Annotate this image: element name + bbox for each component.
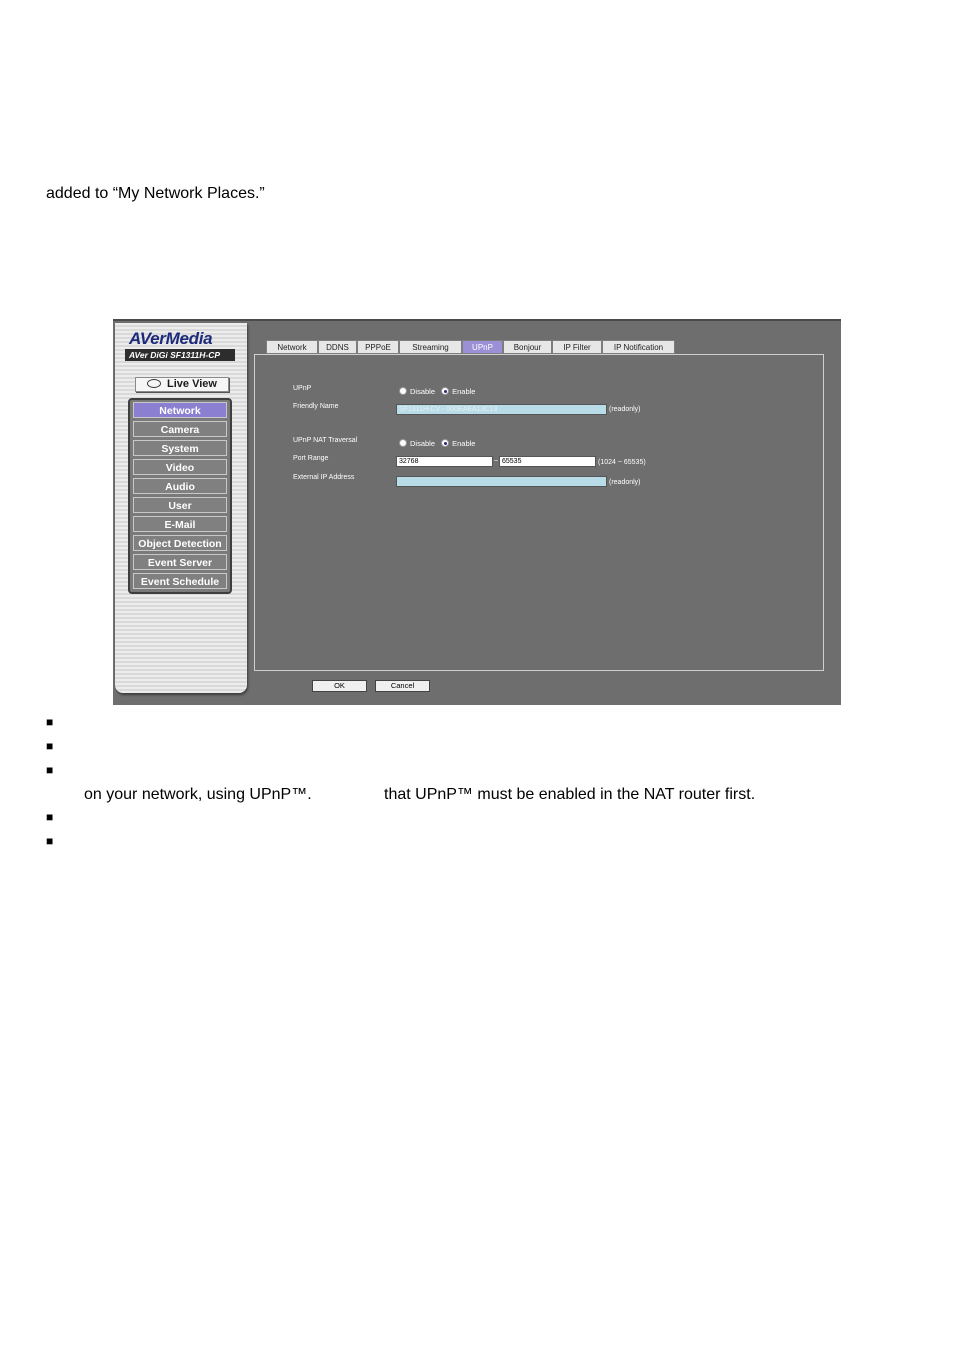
- port-range-from-input[interactable]: 32768: [396, 456, 493, 467]
- nat-enable-option[interactable]: Enable: [441, 439, 475, 448]
- tab-ip-notification[interactable]: IP Notification: [602, 340, 675, 354]
- upnp-panel: [254, 354, 824, 671]
- tab-upnp[interactable]: UPnP: [462, 340, 503, 354]
- menu-item-object-detection[interactable]: Object Detection: [133, 535, 227, 551]
- bullet-1: ■: [46, 715, 54, 729]
- nat-enable-label: Enable: [452, 439, 476, 448]
- radio-selected-icon: [441, 387, 450, 396]
- external-ip-readonly-note: (readonly): [609, 479, 641, 486]
- tab-bonjour[interactable]: Bonjour: [503, 340, 552, 354]
- port-range-separator: ~: [494, 458, 499, 465]
- bullet-5: ■: [46, 834, 54, 848]
- live-view-button[interactable]: Live View: [135, 377, 229, 392]
- friendly-name-readonly-note: (readonly): [609, 406, 641, 413]
- friendly-name-label: Friendly Name: [293, 403, 339, 410]
- doc-line-upnp-router: that UPnP™ must be enabled in the NAT ro…: [384, 786, 756, 803]
- eye-icon: [147, 378, 162, 388]
- radio-icon: [399, 387, 407, 396]
- upnp-disable-option[interactable]: Disable: [399, 387, 435, 396]
- menu-item-network[interactable]: Network: [133, 402, 227, 418]
- menu-item-event-server[interactable]: Event Server: [133, 554, 227, 570]
- doc-line-upnp-network: on your network, using UPnP™.: [84, 786, 312, 803]
- settings-menu: Network Camera System Video Audio User E…: [128, 398, 232, 594]
- external-ip-label: External IP Address: [293, 474, 355, 481]
- ok-button[interactable]: OK: [312, 680, 367, 692]
- port-range-label: Port Range: [293, 455, 329, 462]
- radio-selected-icon: [441, 439, 450, 448]
- bullet-2: ■: [46, 739, 54, 753]
- upnp-settings-screenshot: AVerMedia AVer DiGi SF1311H-CP Live View…: [113, 319, 841, 705]
- bullet-3: ■: [46, 763, 54, 777]
- nat-disable-label: Disable: [410, 439, 436, 448]
- tab-pppoe[interactable]: PPPoE: [357, 340, 399, 354]
- live-view-label: Live View: [167, 378, 217, 390]
- brand-logo: AVerMedia: [129, 329, 213, 348]
- sidebar: AVerMedia AVer DiGi SF1311H-CP Live View…: [115, 323, 247, 693]
- menu-item-user[interactable]: User: [133, 497, 227, 513]
- tab-ddns[interactable]: DDNS: [318, 340, 357, 354]
- top-border: [113, 319, 841, 321]
- nat-radio-group: Disable Enable: [399, 439, 475, 448]
- menu-item-email[interactable]: E-Mail: [133, 516, 227, 532]
- tab-streaming[interactable]: Streaming: [399, 340, 462, 354]
- upnp-label: UPnP: [293, 385, 312, 392]
- radio-icon: [399, 439, 407, 448]
- upnp-disable-label: Disable: [410, 387, 436, 396]
- menu-item-video[interactable]: Video: [133, 459, 227, 475]
- port-range-to-input[interactable]: 65535: [499, 456, 596, 467]
- menu-item-audio[interactable]: Audio: [133, 478, 227, 494]
- upnp-enable-option[interactable]: Enable: [441, 387, 475, 396]
- tab-ip-filter[interactable]: IP Filter: [552, 340, 602, 354]
- model-label: AVer DiGi SF1311H-CP: [125, 349, 235, 361]
- friendly-name-field: SF1311H-CV - 000EAEA13C13: [396, 404, 607, 415]
- nat-disable-option[interactable]: Disable: [399, 439, 435, 448]
- cancel-button[interactable]: Cancel: [375, 680, 430, 692]
- menu-item-system[interactable]: System: [133, 440, 227, 456]
- upnp-radio-group: Disable Enable: [399, 387, 475, 396]
- menu-item-event-schedule[interactable]: Event Schedule: [133, 573, 227, 589]
- tab-network[interactable]: Network: [266, 340, 318, 354]
- doc-line-network-places: added to “My Network Places.”: [46, 185, 265, 202]
- port-range-hint: (1024 ~ 65535): [598, 459, 646, 466]
- external-ip-field: [396, 476, 607, 487]
- bullet-4: ■: [46, 810, 54, 824]
- upnp-enable-label: Enable: [452, 387, 476, 396]
- nat-traversal-label: UPnP NAT Traversal: [293, 437, 358, 444]
- menu-item-camera[interactable]: Camera: [133, 421, 227, 437]
